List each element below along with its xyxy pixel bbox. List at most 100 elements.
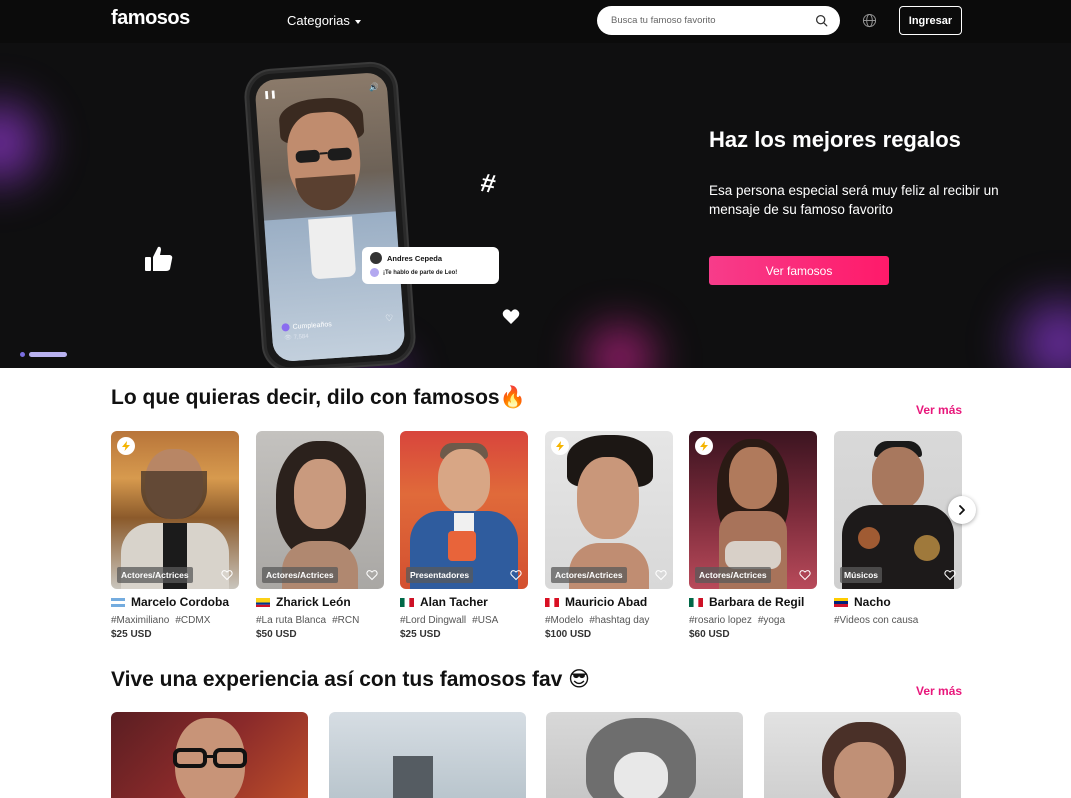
celebrity-name[interactable]: Mauricio Abad <box>565 595 647 609</box>
decorative-glow <box>990 283 1071 368</box>
celebrity-name-row: Nacho <box>834 595 962 609</box>
ver-mas-link[interactable]: Ver más <box>916 684 962 698</box>
chevron-down-icon <box>354 19 361 24</box>
tag[interactable]: #USA <box>472 615 498 626</box>
celebrity-tags: #rosario lopez #yoga <box>689 615 817 626</box>
celebrity-price: $25 USD <box>400 629 441 640</box>
heart-icon <box>502 309 520 324</box>
tag[interactable]: #Videos con causa <box>834 615 918 626</box>
tag[interactable]: #CDMX <box>175 615 210 626</box>
celebrity-name[interactable]: Zharick León <box>276 595 351 609</box>
argentina-flag-icon <box>111 597 125 607</box>
decorative-glow <box>0 83 60 203</box>
ver-famosos-button[interactable]: Ver famosos <box>709 256 889 285</box>
famosos-logo[interactable]: famosos <box>111 7 190 30</box>
celebrity-name[interactable]: Nacho <box>854 595 891 609</box>
top-navbar: famosos Categorias Ingresar <box>0 0 1071 43</box>
experience-video-card[interactable] <box>764 712 961 798</box>
search-icon[interactable] <box>815 14 828 27</box>
celebrity-photo[interactable]: Músicos <box>834 431 962 589</box>
heart-outline-icon[interactable] <box>944 569 956 581</box>
login-button[interactable]: Ingresar <box>899 6 962 35</box>
occasion-icon <box>281 323 290 332</box>
celebrity-name[interactable]: Marcelo Cordoba <box>131 595 229 609</box>
celebrity-tags: #Lord Dingwall #USA <box>400 615 528 626</box>
search-input[interactable] <box>611 15 801 26</box>
message-sender-name: Andres Cepeda <box>387 253 443 263</box>
celebrity-card[interactable]: Músicos Nacho #Videos con causa <box>834 431 962 629</box>
chevron-right-icon <box>959 505 965 515</box>
celebrity-price: $25 USD <box>111 629 152 640</box>
video-person-beard <box>295 174 358 213</box>
category-badge: Actores/Actrices <box>551 567 627 583</box>
celebrity-photo[interactable]: Actores/Actrices <box>111 431 239 589</box>
tag[interactable]: #rosario lopez <box>689 615 752 626</box>
celebrity-price: $100 USD <box>545 629 592 640</box>
celebrity-photo[interactable]: Actores/Actrices <box>256 431 384 589</box>
celebrity-tags: #Modelo #hashtag day <box>545 615 673 626</box>
celebrity-name[interactable]: Alan Tacher <box>420 595 488 609</box>
celebrity-name-row: Barbara de Regil <box>689 595 817 609</box>
celebrity-name[interactable]: Barbara de Regil <box>709 595 804 609</box>
tag[interactable]: #Modelo <box>545 615 583 626</box>
globe-icon[interactable] <box>862 13 877 28</box>
heart-outline-icon[interactable] <box>510 569 522 581</box>
celebrity-card[interactable]: Actores/Actrices Marcelo Cordoba #Maximi… <box>111 431 239 640</box>
volume-icon[interactable]: 🔊 <box>369 82 380 92</box>
hero-subtitle: Esa persona especial será muy feliz al r… <box>709 183 999 217</box>
carousel-next-button[interactable] <box>948 496 976 524</box>
hashtag-icon: # <box>478 166 499 200</box>
section-title-experiencia: Vive una experiencia así con tus famosos… <box>111 668 591 691</box>
view-count-value: 7,584 <box>293 333 309 341</box>
celebrity-name-row: Marcelo Cordoba <box>111 595 239 609</box>
heart-outline-icon[interactable] <box>799 569 811 581</box>
thumbs-up-icon <box>145 246 173 271</box>
ver-mas-link[interactable]: Ver más <box>916 403 962 417</box>
hero-title: Haz los mejores regalos <box>709 127 961 152</box>
categories-dropdown[interactable]: Categorias <box>287 13 361 28</box>
tag[interactable]: #hashtag day <box>589 615 649 626</box>
celebrity-card[interactable]: Actores/Actrices Barbara de Regil #rosar… <box>689 431 817 640</box>
message-card: Andres Cepeda ¡Te hablo de parte de Leo! <box>362 247 499 284</box>
carousel-indicators <box>20 352 67 357</box>
heart-outline-icon[interactable] <box>221 569 233 581</box>
decorative-glow <box>560 313 680 368</box>
celebrity-photo[interactable]: Presentadores <box>400 431 528 589</box>
pause-icon[interactable]: ❚❚ <box>263 89 277 99</box>
experience-video-card[interactable] <box>111 712 308 798</box>
category-badge: Presentadores <box>406 567 474 583</box>
tag[interactable]: #La ruta Blanca <box>256 615 326 626</box>
celebrity-photo[interactable]: Actores/Actrices <box>689 431 817 589</box>
celebrity-tags: #Maximiliano #CDMX <box>111 615 239 626</box>
avatar <box>370 252 382 264</box>
category-badge: Actores/Actrices <box>117 567 193 583</box>
mexico-flag-icon <box>689 597 703 607</box>
celebrity-card[interactable]: Presentadores Alan Tacher #Lord Dingwall… <box>400 431 528 640</box>
lightning-icon <box>700 441 708 451</box>
carousel-dot-active[interactable] <box>29 352 67 357</box>
hero-banner: ❚❚ 🔊 Cumpleaños 👁 7,584 ♡ Andres Cepeda … <box>0 43 1071 368</box>
celebrity-card[interactable]: Actores/Actrices Mauricio Abad #Modelo #h… <box>545 431 673 640</box>
tag[interactable]: #Lord Dingwall <box>400 615 466 626</box>
tag[interactable]: #RCN <box>332 615 359 626</box>
phone-mockup: ❚❚ 🔊 Cumpleaños 👁 7,584 ♡ <box>244 62 416 368</box>
recipient-avatar <box>370 268 379 277</box>
celebrity-photo[interactable]: Actores/Actrices <box>545 431 673 589</box>
tag[interactable]: #yoga <box>758 615 785 626</box>
message-sender: Andres Cepeda <box>370 252 491 264</box>
fast-delivery-badge <box>117 437 135 455</box>
experience-video-card[interactable] <box>546 712 743 798</box>
heart-outline-icon[interactable]: ♡ <box>385 313 394 325</box>
heart-outline-icon[interactable] <box>655 569 667 581</box>
video-person-tshirt <box>308 216 357 280</box>
heart-outline-icon[interactable] <box>366 569 378 581</box>
celebrity-card[interactable]: Actores/Actrices Zharick León #La ruta B… <box>256 431 384 640</box>
experience-video-card[interactable] <box>329 712 526 798</box>
celebrity-carousel: Actores/Actrices Marcelo Cordoba #Maximi… <box>111 431 962 646</box>
tag[interactable]: #Maximiliano <box>111 615 169 626</box>
celebrity-name-row: Zharick León <box>256 595 384 609</box>
fast-delivery-badge <box>695 437 713 455</box>
celebrity-name-row: Mauricio Abad <box>545 595 673 609</box>
search-box[interactable] <box>597 6 840 35</box>
carousel-dot[interactable] <box>20 352 25 357</box>
